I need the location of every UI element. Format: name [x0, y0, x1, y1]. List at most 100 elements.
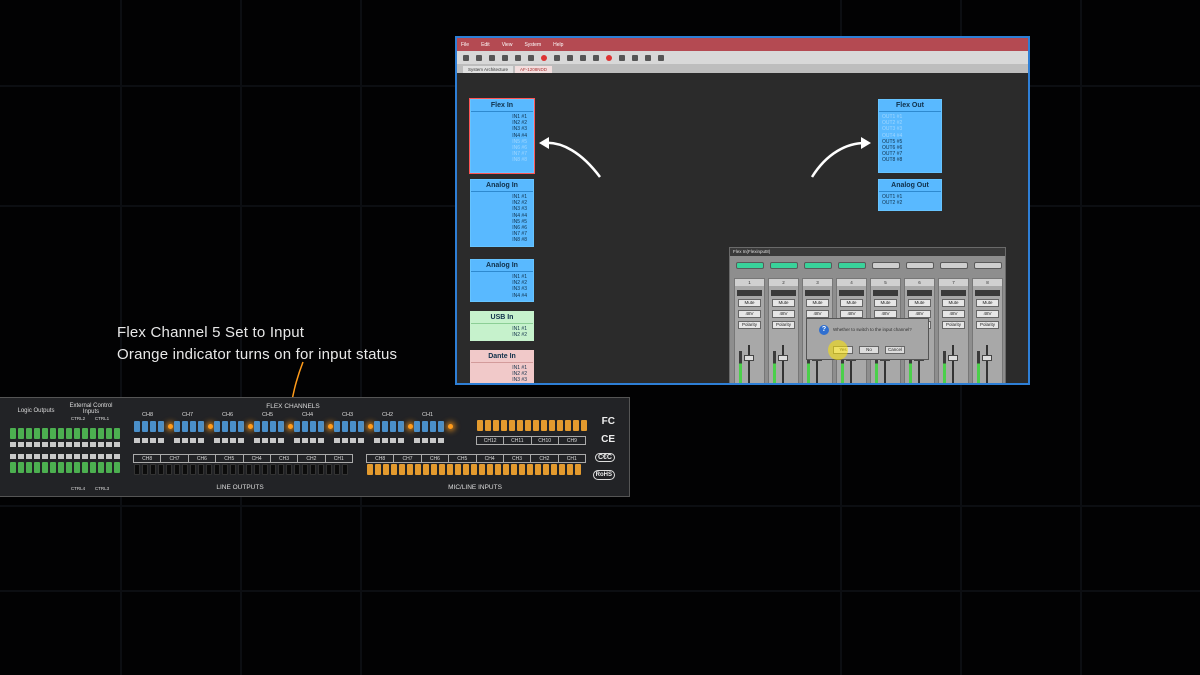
line-outputs-label: LINE OUTPUTS: [216, 484, 264, 491]
open-icon[interactable]: [476, 54, 482, 61]
flex-channel-terminal[interactable]: [214, 421, 244, 432]
confirm-dialog[interactable]: ? Whether to switch to the input channel…: [806, 318, 929, 360]
fader-knob[interactable]: [948, 355, 958, 361]
fader-track[interactable]: [986, 345, 988, 383]
flex-in-panel[interactable]: Flex In(Flexinput8) 1Mute48VPolarityIN12…: [729, 247, 1006, 383]
polarity-button[interactable]: Polarity: [738, 321, 761, 329]
phantom-button[interactable]: 48V: [874, 310, 897, 318]
phantom-button[interactable]: 48V: [908, 310, 931, 318]
new-icon[interactable]: [463, 54, 469, 61]
align-icon[interactable]: [632, 54, 638, 61]
fader-track[interactable]: [952, 345, 954, 383]
polarity-button[interactable]: Polarity: [772, 321, 795, 329]
gain-select[interactable]: [737, 290, 762, 296]
gain-select[interactable]: [771, 290, 796, 296]
line-output-terminal[interactable]: [134, 464, 348, 475]
mute-button[interactable]: Mute: [976, 299, 999, 307]
gain-select[interactable]: [839, 290, 864, 296]
indicator-ch1[interactable]: [736, 262, 764, 269]
gain-select[interactable]: [873, 290, 898, 296]
record-icon[interactable]: [541, 54, 547, 61]
gain-select[interactable]: [975, 290, 1000, 296]
flex-channel-terminal[interactable]: [294, 421, 324, 432]
indicator-ch6[interactable]: [906, 262, 934, 269]
line-output-channel-labels: CH8 CH7 CH6 CH5 CH4 CH3 CH2 CH1: [133, 454, 353, 463]
channel-strip-2[interactable]: 2Mute48VPolarityIN2: [768, 278, 799, 383]
indicator-ch3[interactable]: [804, 262, 832, 269]
grid-icon[interactable]: [554, 54, 560, 61]
menu-edit[interactable]: Edit: [481, 42, 490, 48]
tools-icon[interactable]: [619, 54, 625, 61]
redo-icon[interactable]: [515, 54, 521, 61]
text-icon[interactable]: [645, 54, 651, 61]
phantom-button[interactable]: 48V: [806, 310, 829, 318]
flex-channel-label: CH8: [142, 412, 154, 418]
level-meter: [943, 351, 946, 383]
copy-icon[interactable]: [528, 54, 534, 61]
flex-channel-terminal[interactable]: [374, 421, 404, 432]
eye-icon[interactable]: [593, 54, 599, 61]
mute-button[interactable]: Mute: [840, 299, 863, 307]
channel-strip-8[interactable]: 8Mute48VPolarityIN8: [972, 278, 1003, 383]
image-icon[interactable]: [658, 54, 664, 61]
phantom-button[interactable]: 48V: [840, 310, 863, 318]
level-meter: [739, 351, 742, 383]
gain-select[interactable]: [941, 290, 966, 296]
fader-track[interactable]: [782, 345, 784, 383]
mute-button[interactable]: Mute: [942, 299, 965, 307]
indicator-ch2[interactable]: [770, 262, 798, 269]
polarity-button[interactable]: Polarity: [976, 321, 999, 329]
gain-select[interactable]: [805, 290, 830, 296]
channel-strip-1[interactable]: 1Mute48VPolarityIN1: [734, 278, 765, 383]
menu-help[interactable]: Help: [553, 42, 563, 48]
line-icon[interactable]: [567, 54, 573, 61]
mute-button[interactable]: Mute: [908, 299, 931, 307]
phantom-button[interactable]: 48V: [942, 310, 965, 318]
polarity-button[interactable]: Polarity: [942, 321, 965, 329]
indicator-ch7[interactable]: [940, 262, 968, 269]
menu-bar: File Edit View System Help: [457, 38, 1028, 51]
flex-channel-label: CH7: [182, 412, 194, 418]
no-button[interactable]: No: [859, 346, 879, 354]
menu-system[interactable]: System: [524, 42, 541, 48]
indicator-ch4[interactable]: [838, 262, 866, 269]
mic-input-terminal-lower[interactable]: [367, 464, 581, 475]
fader-knob[interactable]: [982, 355, 992, 361]
software-window[interactable]: File Edit View System Help System Archit…: [455, 36, 1030, 385]
stop-icon[interactable]: [606, 54, 612, 61]
phantom-button[interactable]: 48V: [976, 310, 999, 318]
flex-channel-indicator: [168, 424, 173, 429]
undo-icon[interactable]: [502, 54, 508, 61]
phantom-button[interactable]: 48V: [738, 310, 761, 318]
indicator-ch5[interactable]: [872, 262, 900, 269]
indicator-ch8[interactable]: [974, 262, 1002, 269]
mute-button[interactable]: Mute: [874, 299, 897, 307]
flex-channel-terminal[interactable]: [334, 421, 364, 432]
flex-channel-terminal[interactable]: [254, 421, 284, 432]
phantom-button[interactable]: 48V: [772, 310, 795, 318]
mic-input-terminal-upper[interactable]: [477, 420, 587, 431]
flex-channel-indicator: [208, 424, 213, 429]
logic-output-terminal-top[interactable]: [10, 428, 120, 439]
fader-knob[interactable]: [778, 355, 788, 361]
gain-select[interactable]: [907, 290, 932, 296]
flex-channel-terminal[interactable]: [134, 421, 164, 432]
mute-button[interactable]: Mute: [806, 299, 829, 307]
fader-track[interactable]: [748, 345, 750, 383]
mute-button[interactable]: Mute: [772, 299, 795, 307]
mute-button[interactable]: Mute: [738, 299, 761, 307]
channel-strip-7[interactable]: 7Mute48VPolarityIN7: [938, 278, 969, 383]
save-icon[interactable]: [489, 54, 495, 61]
menu-file[interactable]: File: [461, 42, 469, 48]
tab-system-architecture[interactable]: System Architecture: [463, 66, 514, 73]
logic-output-terminal-bottom[interactable]: [10, 462, 120, 473]
flex-channel-terminal[interactable]: [174, 421, 204, 432]
fader-knob[interactable]: [744, 355, 754, 361]
menu-view[interactable]: View: [502, 42, 513, 48]
mic-lower-channel-labels: CH8 CH7 CH6 CH5 CH4 CH3 CH2 CH1: [366, 454, 586, 463]
cancel-button[interactable]: Cancel: [885, 346, 905, 354]
tab-device[interactable]: AF-1208NDD: [515, 66, 553, 73]
device-icon[interactable]: [580, 54, 586, 61]
design-canvas[interactable]: Flex In IN1 #1 IN2 #2 IN3 #3 IN4 #4 IN5 #5…: [457, 73, 1028, 383]
flex-channel-terminal[interactable]: [414, 421, 444, 432]
